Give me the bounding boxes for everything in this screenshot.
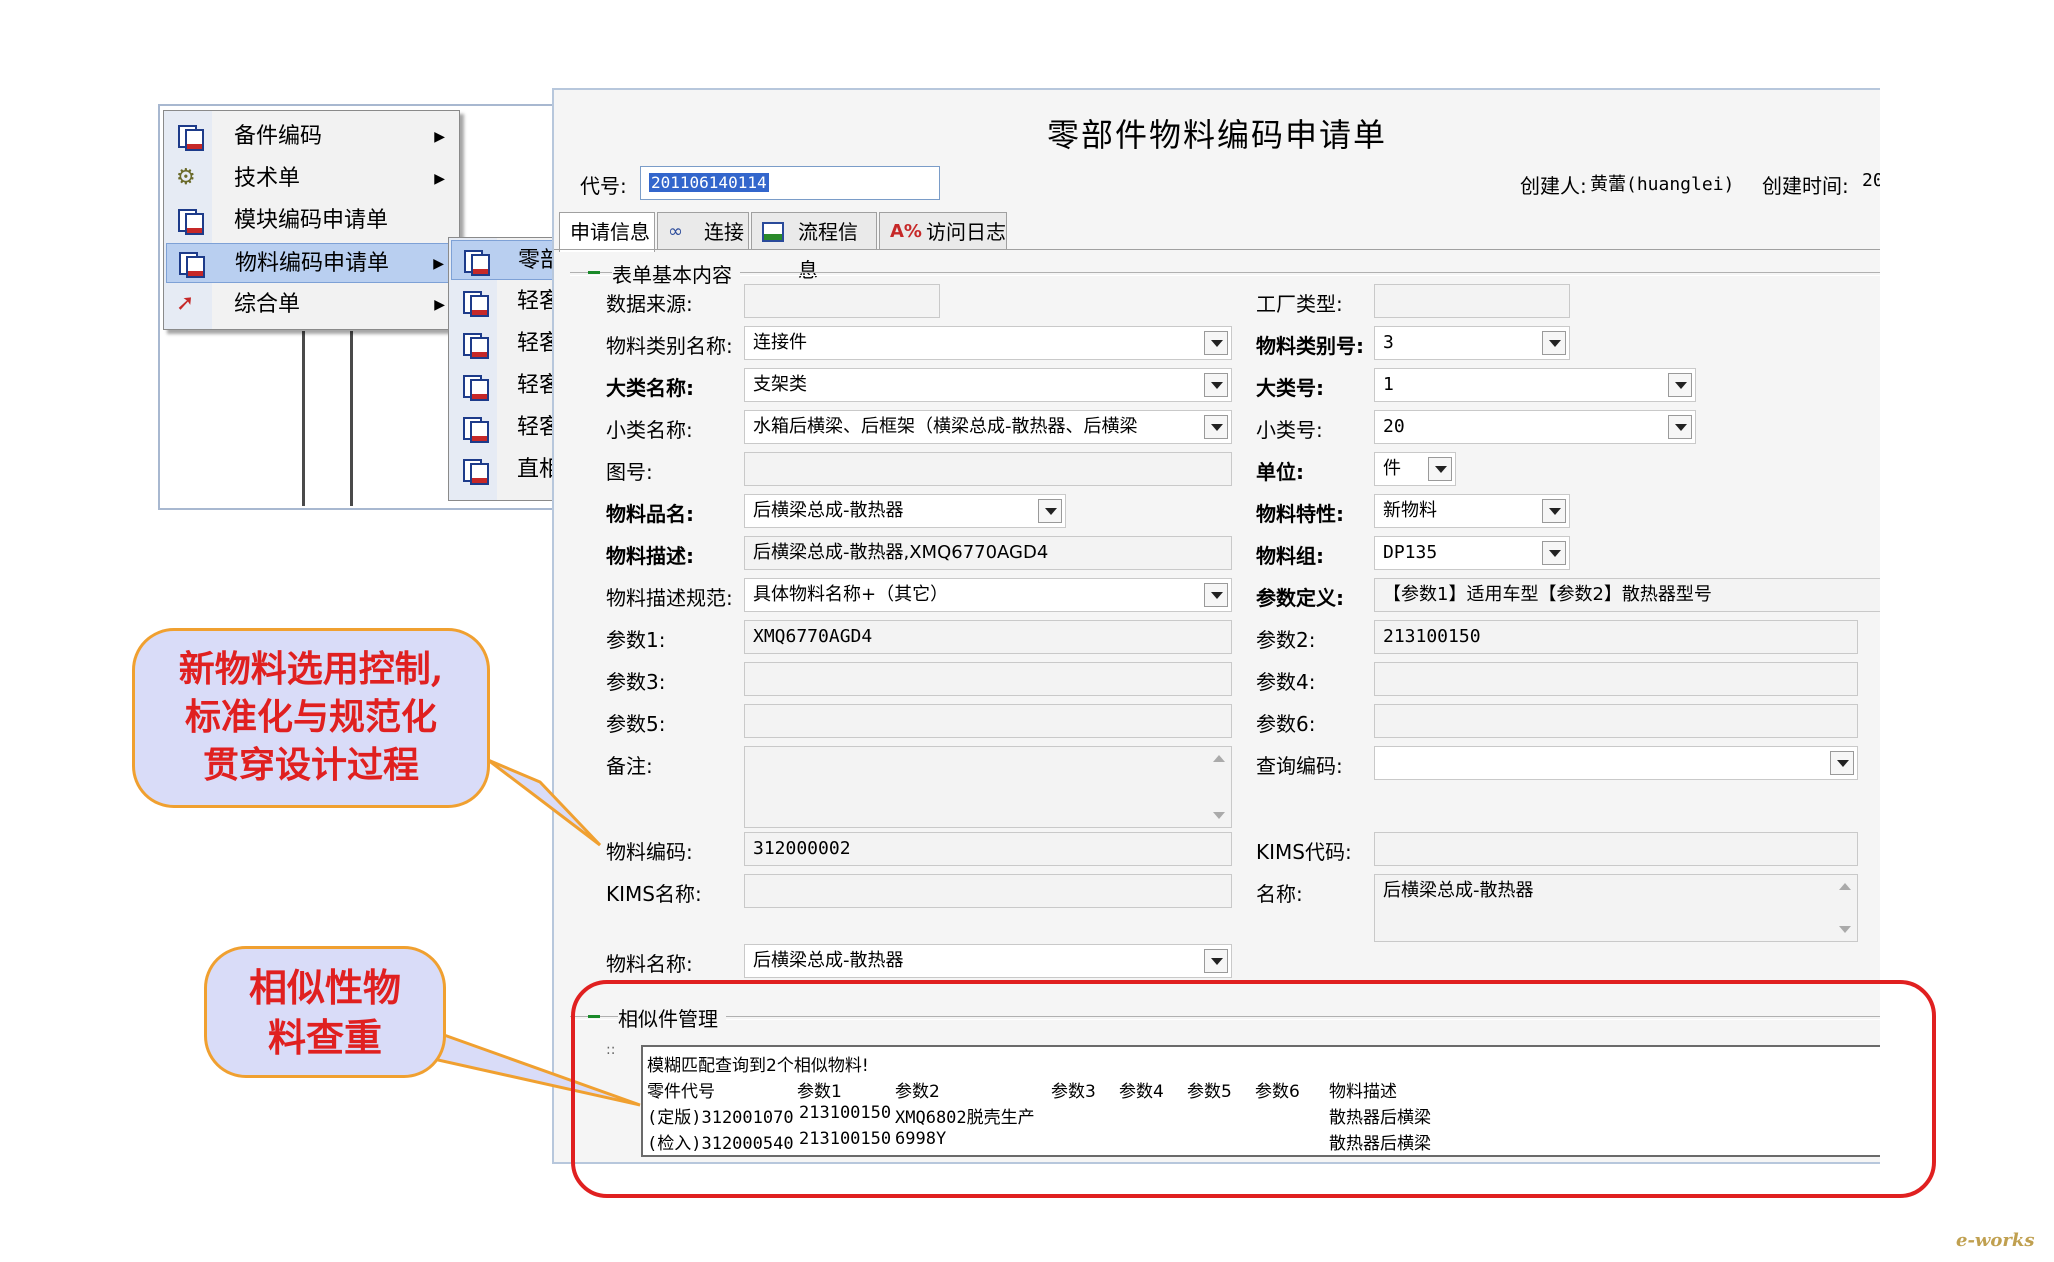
callout-line: 新物料选用控制, bbox=[178, 648, 444, 690]
callout-similarity-check: 相似性物 料查重 bbox=[204, 946, 446, 1078]
callout-line: 贯穿设计过程 bbox=[202, 744, 419, 786]
callout-new-material-control: 新物料选用控制, 标准化与规范化 贯穿设计过程 bbox=[132, 628, 490, 808]
callout-pointer-1 bbox=[487, 758, 602, 847]
callout-line: 相似性物 bbox=[248, 965, 401, 1010]
highlight-outline bbox=[571, 980, 1936, 1198]
callout-line: 料查重 bbox=[267, 1015, 382, 1060]
logo: e-works bbox=[1956, 1230, 2035, 1251]
callout-line: 标准化与规范化 bbox=[184, 696, 437, 738]
